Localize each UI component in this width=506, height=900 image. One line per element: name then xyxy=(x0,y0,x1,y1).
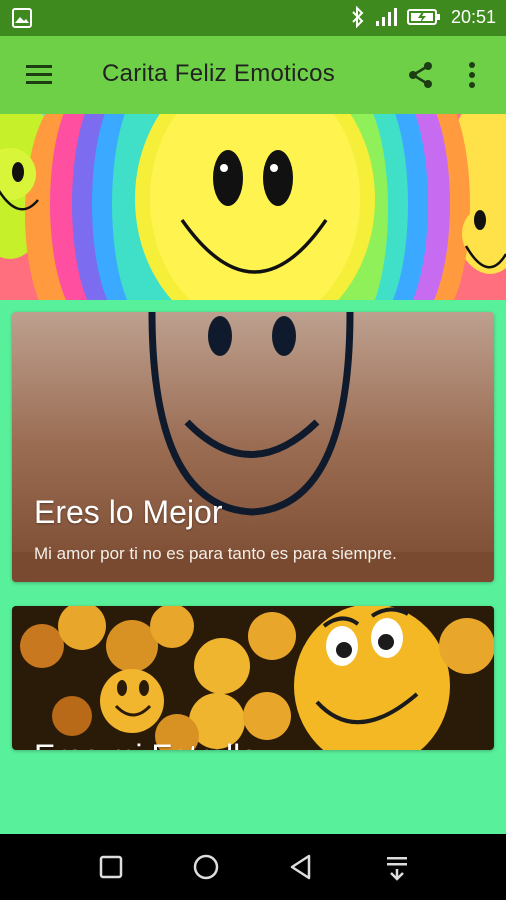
battery-charging-icon xyxy=(406,9,440,25)
clock: 20:51 xyxy=(450,6,496,27)
app-bar: Carita Feliz Emoticos xyxy=(0,36,506,114)
recent-apps-icon[interactable] xyxy=(96,852,126,882)
share-icon[interactable] xyxy=(406,60,436,90)
more-vert-icon[interactable] xyxy=(462,60,482,90)
signal-icon xyxy=(375,8,397,26)
bluetooth-icon xyxy=(352,6,364,28)
message-card[interactable]: Eres lo Mejor Mi amor por ti no es para … xyxy=(12,312,494,582)
card-title: Eres mi Estrella xyxy=(34,738,258,750)
header-banner-image xyxy=(0,114,506,300)
home-icon[interactable] xyxy=(191,852,221,882)
status-bar: 20:51 xyxy=(0,0,506,36)
gallery-icon xyxy=(12,8,32,28)
card-title: Eres lo Mejor xyxy=(34,494,223,530)
notification-pull-icon[interactable] xyxy=(382,852,412,882)
app-title: Carita Feliz Emoticos xyxy=(102,60,336,87)
menu-icon[interactable] xyxy=(24,62,54,88)
card-subtitle: Mi amor por ti no es para tanto es para … xyxy=(34,544,397,563)
smiley-card-image xyxy=(12,312,494,582)
system-nav-bar xyxy=(0,834,506,900)
smiley-crowd-image xyxy=(12,606,494,750)
back-icon[interactable] xyxy=(286,852,316,882)
message-card[interactable]: Eres mi Estrella xyxy=(12,606,494,750)
smiley-balloons-image xyxy=(0,114,506,300)
